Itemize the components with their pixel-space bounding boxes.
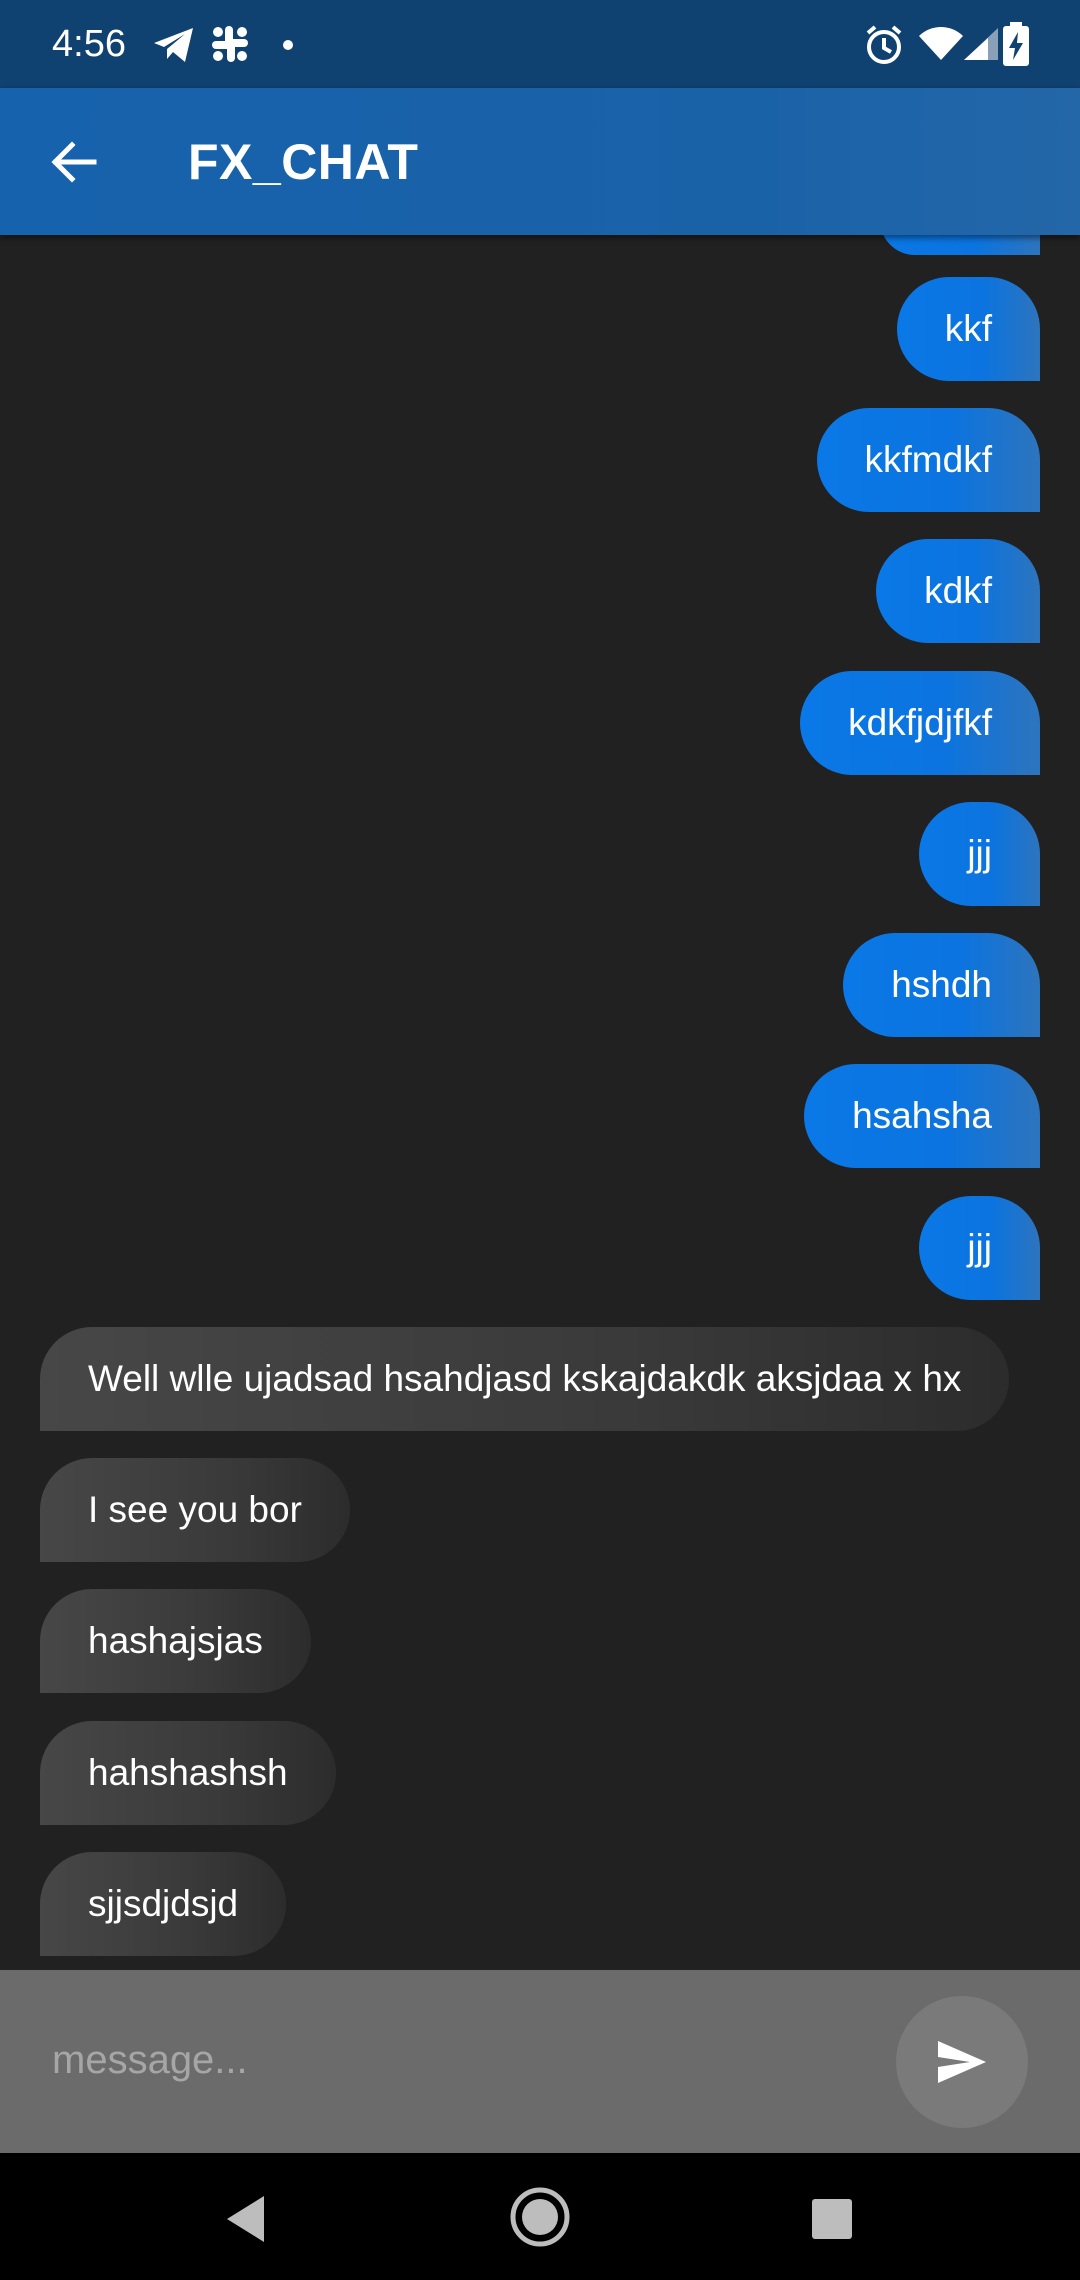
message-bubble-sent[interactable]: jjj [919,1196,1040,1300]
arrow-left-icon [51,141,97,183]
message-bubble-received[interactable]: hahshashsh [40,1721,336,1825]
back-button[interactable] [38,126,110,198]
nav-home-button[interactable] [500,2177,580,2257]
app-bar: FX_CHAT [0,88,1080,235]
chat-screen: 4:56 FX_CHAT kkf kkfmdkf kdkf kdkfjdjfkf… [0,0,1080,2280]
nav-recents-button[interactable] [796,2183,868,2255]
more-dot-icon [282,38,294,56]
message-list[interactable]: kkf kkfmdkf kdkf kdkfjdjfkf jjj hshdh hs… [0,235,1080,1970]
message-bubble-sent[interactable]: jjj [919,802,1040,906]
message-bubble-received[interactable]: I see you bor [40,1458,350,1562]
wifi-icon [918,26,964,67]
message-bubble-sent[interactable]: kkfmdkf [816,408,1040,512]
message-bubble-sent[interactable]: kkf [896,277,1040,381]
message-bubble-received[interactable]: hashajsjas [40,1589,311,1693]
message-bubble-partial [880,235,1040,255]
system-nav-bar [0,2153,1080,2280]
message-bubble-received[interactable]: Well wlle ujadsad hsahdjasd kskajdakdk a… [40,1327,1010,1431]
message-bubble-sent[interactable]: hshdh [843,933,1040,1037]
status-time: 4:56 [52,23,126,65]
nav-back-icon [227,2196,264,2242]
nav-home-icon [510,2187,570,2247]
slack-icon [210,24,250,69]
message-bubble-sent[interactable]: kdkf [876,539,1040,643]
alarm-icon [864,24,904,71]
message-bubble-sent[interactable]: kdkfjdjfkf [800,671,1040,775]
nav-back-button[interactable] [210,2183,282,2255]
send-button[interactable] [896,1996,1028,2128]
status-bar: 4:56 [0,0,1080,88]
telegram-icon [152,26,196,69]
send-icon [938,2041,986,2083]
composer-bar [0,1970,1080,2153]
message-input[interactable] [30,2010,870,2110]
message-bubble-received[interactable]: sjjsdjdsjd [40,1852,287,1956]
message-bubble-sent[interactable]: hsahsha [804,1064,1040,1168]
battery-charging-icon [1002,22,1030,71]
nav-recents-icon [812,2199,852,2239]
signal-icon [962,26,1000,67]
page-title: FX_CHAT [188,134,419,190]
